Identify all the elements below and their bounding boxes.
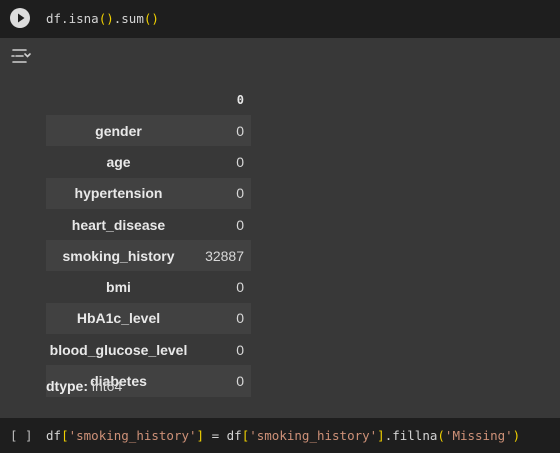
row-label: bmi xyxy=(106,279,131,296)
execution-count-prompt[interactable]: [ ] xyxy=(10,428,33,443)
code-token: .sum xyxy=(113,11,144,26)
row-value: 0 xyxy=(236,185,244,202)
row-label: gender xyxy=(95,122,142,139)
column-header: 0 xyxy=(236,92,244,107)
table-row: gender 0 xyxy=(46,115,251,147)
row-value: 0 xyxy=(236,122,244,139)
row-value: 0 xyxy=(236,153,244,170)
run-cell-button[interactable] xyxy=(10,8,30,28)
row-label: age xyxy=(106,153,131,170)
code-token: ] xyxy=(377,428,385,443)
code-cell-1[interactable]: df.isna().sum() xyxy=(0,0,560,38)
code-token: 'Missing' xyxy=(444,428,513,443)
row-value: 32887 xyxy=(205,247,244,264)
dtype-info: dtype: int64 xyxy=(46,378,122,394)
isna-sum-table: 0 gender 0 age 0 hypertension 0 heart_disease 0… xyxy=(46,84,251,397)
code-token: ) xyxy=(512,428,521,443)
row-value: 0 xyxy=(236,373,244,390)
code-editor-1[interactable]: df.isna().sum() xyxy=(46,11,159,26)
code-token: () xyxy=(143,11,159,26)
row-value: 0 xyxy=(236,310,244,327)
row-value: 0 xyxy=(236,279,244,296)
table-row: bmi 0 xyxy=(46,271,251,303)
code-token: () xyxy=(98,11,114,26)
code-token: = df xyxy=(204,428,242,443)
code-token: .fillna xyxy=(384,428,438,443)
index-header xyxy=(46,84,191,115)
code-editor-2[interactable]: df['smoking_history'] = df['smoking_hist… xyxy=(46,428,520,443)
row-label: smoking_history xyxy=(62,247,175,264)
code-cell-2[interactable]: [ ] df['smoking_history'] = df['smoking_… xyxy=(0,418,560,453)
play-icon xyxy=(18,13,25,23)
row-label: HbA1c_level xyxy=(76,310,161,327)
code-token: df xyxy=(46,428,62,443)
code-token: ( xyxy=(437,428,445,443)
dtype-value: int64 xyxy=(88,378,123,394)
output-toggle-icon xyxy=(11,49,31,63)
table-row: blood_glucose_level 0 xyxy=(46,334,251,366)
table-row: smoking_history 32887 xyxy=(46,240,251,272)
code-token: df.isna xyxy=(46,11,99,26)
table-row: heart_disease 0 xyxy=(46,208,251,241)
code-token: 'smoking_history' xyxy=(249,428,378,443)
row-value: 0 xyxy=(236,216,244,233)
code-token: ] xyxy=(196,428,205,443)
output-toggle-button[interactable] xyxy=(10,46,32,66)
table-row: age 0 xyxy=(46,146,251,178)
code-token: 'smoking_history' xyxy=(68,428,197,443)
table-row: HbA1c_level 0 xyxy=(46,302,251,335)
code-token: [ xyxy=(61,428,69,443)
row-label: blood_glucose_level xyxy=(49,341,188,358)
row-label: hypertension xyxy=(74,185,163,202)
row-value: 0 xyxy=(236,341,244,358)
row-label: heart_disease xyxy=(71,216,166,233)
dtype-label: dtype: xyxy=(46,378,88,394)
cell-output: 0 gender 0 age 0 hypertension 0 heart_disease 0… xyxy=(0,38,560,414)
table-row: hypertension 0 xyxy=(46,177,251,209)
